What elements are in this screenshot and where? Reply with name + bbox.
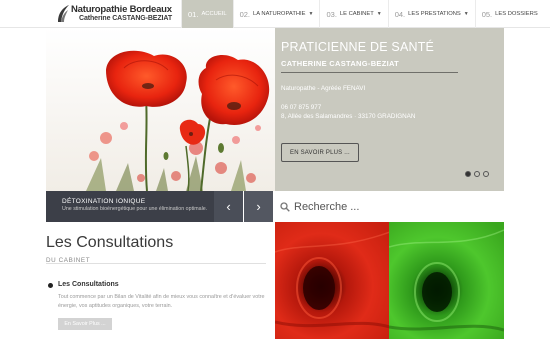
hero-subtitle: CATHERINE CASTANG-BEZIAT [281,59,400,68]
green-abstract-image[interactable] [389,222,504,339]
slider-dot[interactable] [465,171,471,177]
chevron-right-icon: › [256,199,261,214]
hero-slider: PRATICIENNE DE SANTÉ CATHERINE CASTANG-B… [46,28,504,191]
caption-prev-button[interactable]: ‹ [214,191,243,222]
poppies-illustration [46,28,275,191]
consultation-more-button[interactable]: En Savoir Plus ... [58,318,112,330]
nav-item-number: 02. [239,9,251,19]
nav-item-number: 04. [394,9,406,19]
caption-title[interactable]: DÉTOXINATION IONIQUE [62,198,214,205]
nav-item-label: LE CABINET [339,11,374,17]
nav-item-label: LES DOSSIERS [495,11,538,17]
hero-text: PRATICIENNE DE SANTÉ CATHERINE CASTANG-B… [281,40,496,120]
nav-item-dossiers[interactable]: 05. LES DOSSIERS [474,0,544,28]
hero-address: 8, Allée des Salamandres · 33170 GRADIGN… [281,113,416,120]
nav-item-label: LA NATUROPATHIE [253,11,306,17]
red-abstract-image[interactable] [275,222,390,339]
slider-dot[interactable] [483,171,489,177]
logo-subtitle: Catherine CASTANG-BEZIAT [79,15,173,22]
hero-more-button[interactable]: EN SAVOIR PLUS ... [281,143,359,162]
hero-credentials: Naturopathe - Agréée FENAVI [281,85,366,92]
site-logo[interactable]: Naturopathie Bordeaux Catherine CASTANG-… [56,2,180,26]
consultation-item-text: Tout commence par un Bilan de Vitalité a… [58,294,265,309]
chevron-down-icon: ▼ [308,11,314,17]
caption-text: Une stimulation bioénergétique pour une … [62,206,208,212]
red-tube-illustration [275,222,390,339]
nav-item-number: 03. [326,9,337,19]
hero-phone[interactable]: 06 07 875 977 [281,104,496,111]
search-icon [280,202,290,212]
nav-item-cabinet[interactable]: 03. LE CABINET ▼ [319,0,387,28]
chevron-left-icon: ‹ [226,199,231,214]
chevron-down-icon: ▼ [463,11,469,17]
nav-item-number: 01. [188,9,199,19]
site-header: Naturopathie Bordeaux Catherine CASTANG-… [0,0,550,28]
slider-pagination [465,171,489,177]
poppies-image [46,28,275,191]
logo-swoosh-icon [58,5,69,22]
nav-item-label: ACCUEIL [201,11,227,17]
logo-title: Naturopathie Bordeaux [71,4,172,15]
service-caption: DÉTOXINATION IONIQUE Une stimulation bio… [46,191,214,222]
hero-title: PRATICIENNE DE SANTÉ [281,40,435,54]
section-title: Les Consultations [46,234,174,251]
chevron-down-icon: ▼ [376,11,382,17]
search-input[interactable] [294,201,494,213]
bullet-icon [48,283,53,288]
section-divider [46,263,266,264]
nav-item-number: 05. [481,9,493,19]
slider-dot[interactable] [474,171,480,177]
search-bar [280,198,504,216]
green-tube-illustration [389,222,504,339]
nav-item-naturopathie[interactable]: 02. LA NATUROPATHIE ▼ [232,0,320,28]
consultation-item-title[interactable]: Les Consultations [58,281,119,288]
caption-next-button[interactable]: › [244,191,273,222]
nav-item-accueil[interactable]: 01. ACCUEIL [181,0,233,28]
main-nav: 01. ACCUEIL 02. LA NATUROPATHIE ▼ 03. LE… [181,0,544,28]
hero-divider [281,72,458,73]
nav-item-label: LES PRESTATIONS [408,11,461,17]
nav-item-prestations[interactable]: 04. LES PRESTATIONS ▼ [387,0,475,28]
